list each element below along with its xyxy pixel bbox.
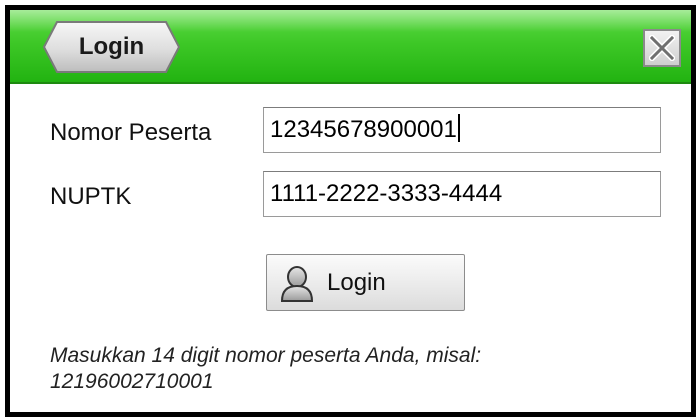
window-title: Login: [78, 33, 145, 60]
hint-line-2: 12196002710001: [50, 370, 214, 393]
title-bar: Login: [10, 10, 691, 84]
user-icon: [280, 266, 314, 302]
login-button-label: Login: [327, 269, 386, 296]
hint-line-1: Masukkan 14 digit nomor peserta Anda, mi…: [50, 344, 482, 367]
close-icon: [649, 35, 675, 61]
login-dialog: Login Nomor Peserta 12345678900001 NUPTK…: [5, 5, 696, 417]
nomor-peserta-input[interactable]: 12345678900001: [263, 107, 661, 153]
nuptk-label: NUPTK: [50, 183, 132, 210]
hint-text: Masukkan 14 digit nomor peserta Anda, mi…: [50, 343, 670, 395]
close-button[interactable]: [643, 29, 681, 67]
title-tab: Login: [43, 21, 180, 73]
text-caret: [457, 114, 460, 142]
login-button[interactable]: Login: [266, 254, 465, 311]
nomor-peserta-label: Nomor Peserta: [50, 119, 212, 146]
nuptk-input[interactable]: 1111-2222-3333-4444: [263, 171, 661, 217]
nomor-peserta-value: 12345678900001: [270, 116, 457, 143]
nuptk-value: 1111-2222-3333-4444: [270, 180, 503, 207]
